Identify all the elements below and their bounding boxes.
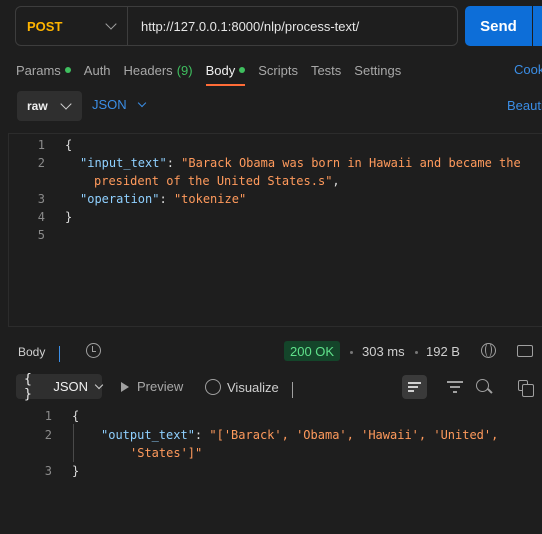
line-number: 3 — [37, 192, 45, 206]
response-size[interactable]: 192 B — [426, 344, 460, 359]
separator-dot — [350, 351, 353, 354]
beautify-link[interactable]: Beauti — [507, 98, 542, 113]
json-close-brace: } — [72, 464, 80, 478]
line-number: 2 — [37, 156, 45, 170]
response-body-toggle[interactable] — [59, 346, 60, 362]
send-button[interactable]: Send — [465, 6, 532, 46]
body-language-label: JSON — [92, 97, 127, 112]
response-body-label[interactable]: Body — [18, 345, 45, 359]
tab-headers[interactable]: Headers (9) — [124, 62, 193, 78]
send-options-button[interactable] — [533, 6, 542, 46]
json-open-brace: { — [72, 409, 80, 423]
tab-auth[interactable]: Auth — [84, 62, 111, 78]
json-string-value-cont: 'States']" — [130, 446, 203, 460]
tab-label: Settings — [354, 62, 402, 78]
history-icon[interactable] — [86, 343, 101, 358]
json-string-value-cont: president of the United States.s", — [94, 174, 340, 188]
body-mode-label: raw — [27, 99, 48, 113]
line-number: 1 — [44, 409, 52, 423]
json-key: "operation" — [80, 192, 160, 206]
headers-count: (9) — [176, 62, 193, 78]
visualize-dropdown[interactable] — [292, 382, 293, 398]
status-badge[interactable]: 200 OK — [284, 341, 341, 361]
tab-label: Auth — [83, 62, 111, 78]
body-language-select[interactable]: JSON — [92, 97, 146, 112]
preview-button[interactable]: Preview — [121, 379, 183, 394]
tab-body[interactable]: Body — [205, 62, 246, 86]
visualize-label: Visualize — [227, 379, 279, 395]
response-time[interactable]: 303 ms — [362, 344, 405, 359]
save-response-icon[interactable] — [517, 345, 533, 357]
separator-dot — [415, 351, 418, 354]
chevron-down-icon — [137, 98, 146, 107]
indent-guide — [73, 424, 74, 462]
tab-scripts[interactable]: Scripts — [258, 62, 298, 78]
chevron-down-icon — [60, 98, 72, 110]
body-mode-select[interactable]: raw — [17, 91, 82, 121]
json-line-operation: "operation": "tokenize" — [80, 192, 247, 206]
json-string-value: president of the United States.s" — [94, 174, 333, 188]
line-number: 4 — [37, 210, 45, 224]
line-number: 1 — [37, 138, 45, 152]
tab-params[interactable]: Params — [16, 62, 71, 78]
cookies-link[interactable]: Cook — [514, 62, 542, 77]
tab-settings[interactable]: Settings — [354, 62, 401, 78]
response-format-label: JSON — [53, 379, 89, 394]
line-number: 3 — [44, 464, 52, 478]
wand-icon — [205, 379, 221, 395]
tab-label: Body — [205, 62, 236, 78]
tab-label: Scripts — [258, 62, 298, 78]
method-select[interactable]: POST — [16, 7, 128, 45]
json-string-value: "['Barack', 'Obama', 'Hawaii', 'United', — [209, 428, 499, 442]
search-icon[interactable] — [476, 379, 489, 392]
json-line-output-text: "output_text": "['Barack', 'Obama', 'Haw… — [101, 428, 499, 442]
chevron-down-icon — [59, 346, 60, 362]
body-indicator-dot — [239, 67, 246, 73]
chevron-down-icon — [94, 380, 104, 389]
tab-tests[interactable]: Tests — [311, 62, 341, 78]
json-key: "output_text" — [101, 428, 195, 442]
tab-label: Headers — [123, 62, 173, 78]
json-open-brace: { — [65, 138, 73, 152]
visualize-button[interactable]: Visualize — [205, 379, 279, 395]
copy-icon[interactable] — [518, 380, 534, 397]
braces-icon: { } — [24, 371, 32, 402]
url-input[interactable]: http://127.0.0.1:8000/nlp/process-text/ — [128, 19, 359, 34]
json-close-brace: } — [65, 210, 73, 224]
json-line-input-text: "input_text": "Barack Obama was born in … — [80, 156, 521, 170]
wrap-lines-icon[interactable] — [402, 375, 427, 399]
params-indicator-dot — [64, 67, 71, 73]
tab-label: Params — [16, 62, 61, 78]
globe-icon[interactable] — [481, 343, 496, 358]
preview-label: Preview — [137, 379, 184, 394]
tab-label: Tests — [310, 62, 342, 78]
json-string-value: "Barack Obama was born in Hawaii and bec… — [181, 156, 521, 170]
method-label: POST — [27, 18, 63, 34]
response-format-select[interactable]: { } JSON — [16, 371, 104, 402]
request-bar: POST http://127.0.0.1:8000/nlp/process-t… — [15, 6, 458, 46]
line-number: 5 — [37, 228, 45, 242]
chevron-down-icon — [105, 18, 117, 30]
json-key: "input_text" — [80, 156, 167, 170]
line-number: 2 — [44, 428, 52, 442]
chevron-down-icon — [292, 382, 293, 398]
play-icon — [121, 381, 129, 392]
filter-icon[interactable] — [447, 380, 463, 393]
request-tabs: Params Auth Headers (9) Body Scripts Test… — [16, 62, 414, 86]
json-string-value: "tokenize" — [173, 192, 247, 206]
